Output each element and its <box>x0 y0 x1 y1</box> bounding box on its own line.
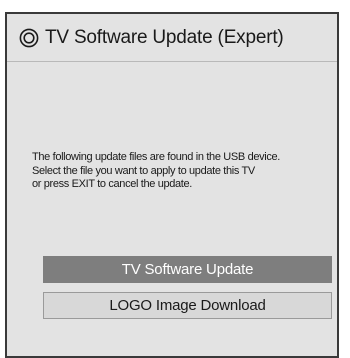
dialog-title: TV Software Update (Expert) <box>45 26 284 48</box>
message-line: The following update files are found in … <box>32 151 280 163</box>
option-label: TV Software Update <box>121 261 254 278</box>
logo-image-download-option[interactable]: LOGO Image Download <box>43 292 332 319</box>
settings-circle-icon <box>19 28 39 47</box>
tv-software-update-option[interactable]: TV Software Update <box>43 256 332 283</box>
dialog-header: TV Software Update (Expert) <box>7 14 337 62</box>
update-dialog: TV Software Update (Expert) The followin… <box>5 12 339 358</box>
message-line: or press EXIT to cancel the update. <box>32 178 192 190</box>
message-line: Select the file you want to apply to upd… <box>32 164 255 177</box>
option-label: LOGO Image Download <box>109 297 266 314</box>
update-message: The following update files are found in … <box>32 151 332 192</box>
